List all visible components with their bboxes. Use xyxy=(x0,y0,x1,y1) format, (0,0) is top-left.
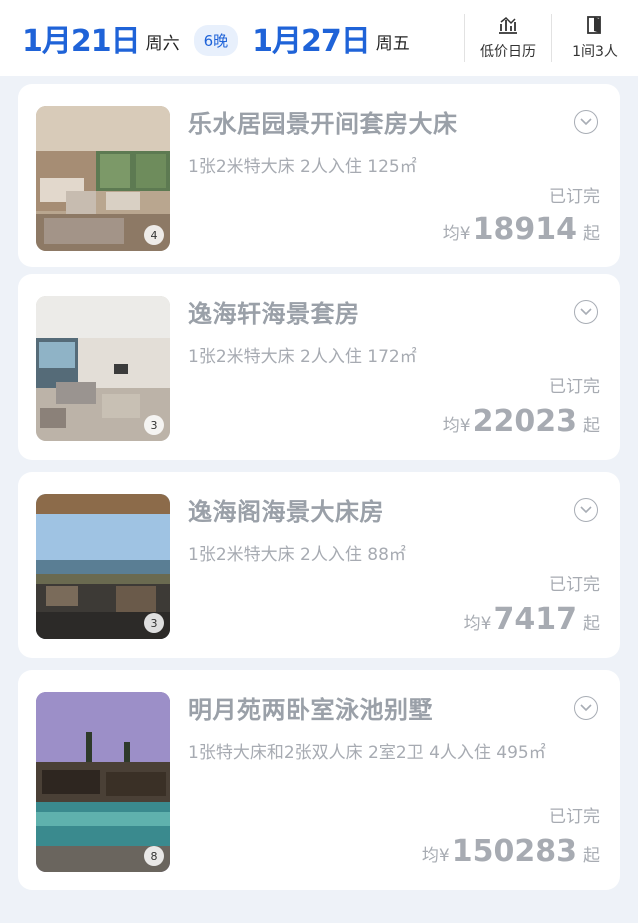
room-info: 1张2米特大床 2人入住 88㎡ xyxy=(188,545,406,565)
date-header: 1月21日 周六 6晚 1月27日 周五 低价日历 1间3人 xyxy=(0,0,638,76)
low-price-calendar-button[interactable]: 低价日历 xyxy=(465,0,551,76)
checkin-weekday: 周六 xyxy=(145,33,180,54)
room-info: 1张2米特大床 2人入住 172㎡ xyxy=(188,347,417,367)
calendar-label: 低价日历 xyxy=(480,44,536,60)
header-actions: 低价日历 1间3人 xyxy=(464,0,638,76)
price-prefix: 均¥ xyxy=(442,224,471,244)
room-name: 逸海轩海景套房 xyxy=(188,300,360,328)
price-value: 7417 xyxy=(493,602,578,637)
price-prefix: 均¥ xyxy=(421,846,450,866)
checkout-weekday: 周五 xyxy=(375,33,410,54)
price-suffix: 起 xyxy=(583,614,600,634)
room-photo[interactable]: 8 xyxy=(36,692,170,872)
photo-count-badge: 3 xyxy=(144,415,164,435)
calendar-chart-icon xyxy=(499,16,517,34)
checkout-date[interactable]: 1月27日 xyxy=(252,16,371,60)
price-row: 均¥ 7417 起 xyxy=(464,602,600,637)
price-suffix: 起 xyxy=(583,416,600,436)
expand-button[interactable] xyxy=(574,300,598,324)
room-info: 1张2米特大床 2人入住 125㎡ xyxy=(188,157,417,177)
room-photo[interactable]: 4 xyxy=(36,106,170,251)
guests-label: 1间3人 xyxy=(572,44,618,60)
nights-badge: 6晚 xyxy=(193,24,239,56)
photo-count-badge: 4 xyxy=(144,225,164,245)
price-value: 150283 xyxy=(451,834,577,869)
sold-out-status: 已订完 xyxy=(549,807,600,827)
sold-out-status: 已订完 xyxy=(549,377,600,397)
expand-button[interactable] xyxy=(574,696,598,720)
chevron-down-icon xyxy=(580,118,592,126)
price-row: 均¥ 18914 起 xyxy=(443,212,600,247)
chevron-down-icon xyxy=(580,704,592,712)
price-prefix: 均¥ xyxy=(463,614,492,634)
room-card[interactable]: 4 乐水居园景开间套房大床 1张2米特大床 2人入住 125㎡ 已订完 均¥ 1… xyxy=(18,84,620,267)
price-row: 均¥ 150283 起 xyxy=(422,834,600,869)
price-value: 22023 xyxy=(472,404,577,439)
room-name: 乐水居园景开间套房大床 xyxy=(188,110,458,138)
room-card[interactable]: 8 明月苑两卧室泳池别墅 1张特大床和2张双人床 2室2卫 4人入住 495㎡ … xyxy=(18,670,620,890)
room-name: 逸海阁海景大床房 xyxy=(188,498,384,526)
room-card[interactable]: 3 逸海轩海景套房 1张2米特大床 2人入住 172㎡ 已订完 均¥ 22023… xyxy=(18,274,620,460)
expand-button[interactable] xyxy=(574,110,598,134)
room-info: 1张特大床和2张双人床 2室2卫 4人入住 495㎡ xyxy=(188,743,546,763)
price-value: 18914 xyxy=(472,212,577,247)
chevron-down-icon xyxy=(580,308,592,316)
price-suffix: 起 xyxy=(583,224,600,244)
price-prefix: 均¥ xyxy=(442,416,471,436)
room-photo[interactable]: 3 xyxy=(36,494,170,639)
sold-out-status: 已订完 xyxy=(549,575,600,595)
chevron-down-icon xyxy=(580,506,592,514)
sold-out-status: 已订完 xyxy=(549,187,600,207)
photo-count-badge: 8 xyxy=(144,846,164,866)
room-card[interactable]: 3 逸海阁海景大床房 1张2米特大床 2人入住 88㎡ 已订完 均¥ 7417 … xyxy=(18,472,620,658)
checkin-date[interactable]: 1月21日 xyxy=(22,16,141,60)
room-name: 明月苑两卧室泳池别墅 xyxy=(188,696,433,724)
price-row: 均¥ 22023 起 xyxy=(443,404,600,439)
expand-button[interactable] xyxy=(574,498,598,522)
room-photo[interactable]: 3 xyxy=(36,296,170,441)
photo-count-badge: 3 xyxy=(144,613,164,633)
price-suffix: 起 xyxy=(583,846,600,866)
room-photo-image xyxy=(36,692,170,872)
door-icon xyxy=(587,16,601,34)
room-guest-button[interactable]: 1间3人 xyxy=(552,0,638,76)
